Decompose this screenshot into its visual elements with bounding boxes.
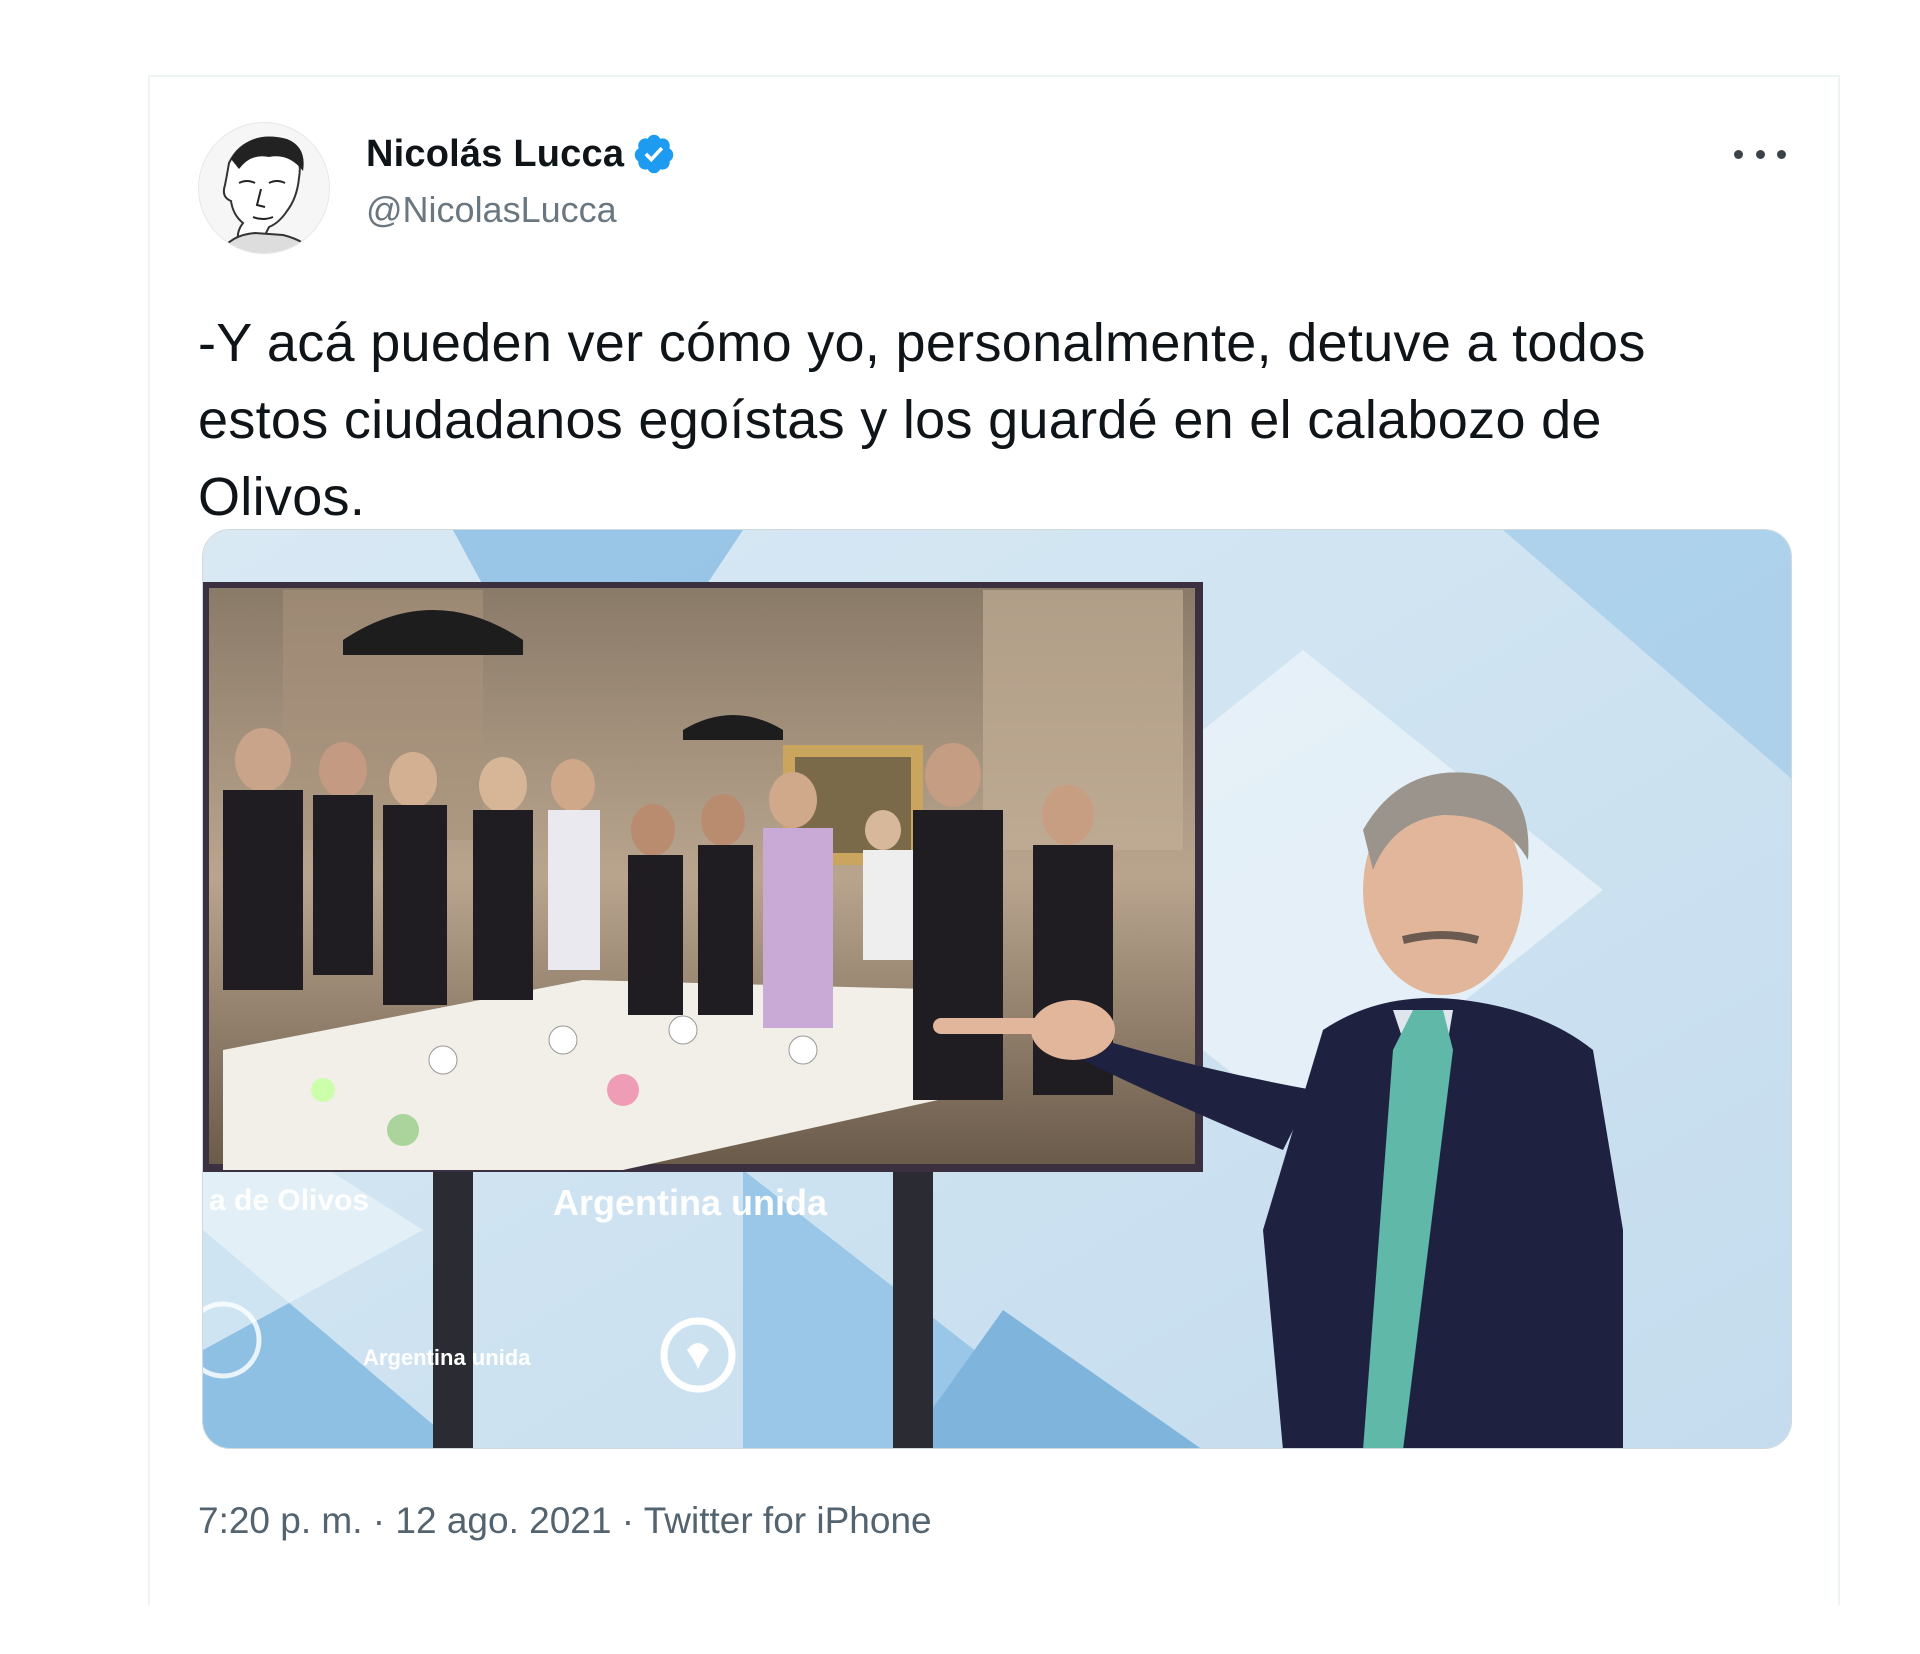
author-name-row[interactable]: Nicolás Lucca <box>366 132 676 176</box>
tweet-text: -Y acá pueden ver cómo yo, personalmente… <box>198 313 1646 527</box>
more-dot <box>1777 149 1786 159</box>
tweet-time[interactable]: 7:20 p. m. <box>198 1500 363 1541</box>
tweet-card: Nicolás Lucca @NicolasLucca -Y acá puede… <box>148 75 1840 1605</box>
backdrop-text-argentina: Argentina unida <box>553 1182 828 1223</box>
more-dot <box>1734 149 1743 159</box>
more-options-icon[interactable] <box>1734 139 1786 169</box>
meta-separator: · <box>611 1500 644 1541</box>
meta-separator: · <box>362 1500 396 1541</box>
photo-composite-image: a de Olivos Argentina unida Argentina un… <box>203 530 1791 1448</box>
tweet-source[interactable]: Twitter for iPhone <box>644 1500 932 1541</box>
author-avatar[interactable] <box>198 122 330 254</box>
tweet-date[interactable]: 12 ago. 2021 <box>395 1500 611 1541</box>
backdrop-text-small: Argentina unida <box>363 1345 531 1370</box>
avatar-sketch-image <box>199 123 329 253</box>
backdrop-text-olivos: a de Olivos <box>209 1184 369 1217</box>
author-name[interactable]: Nicolás Lucca <box>366 133 624 176</box>
verified-badge-icon <box>634 134 674 174</box>
tweet-meta: 7:20 p. m. · 12 ago. 2021 · Twitter for … <box>198 1500 932 1542</box>
more-dot <box>1755 149 1765 159</box>
author-handle[interactable]: @NicolasLucca <box>366 189 617 231</box>
tweet-media-photo[interactable]: a de Olivos Argentina unida Argentina un… <box>202 529 1792 1449</box>
